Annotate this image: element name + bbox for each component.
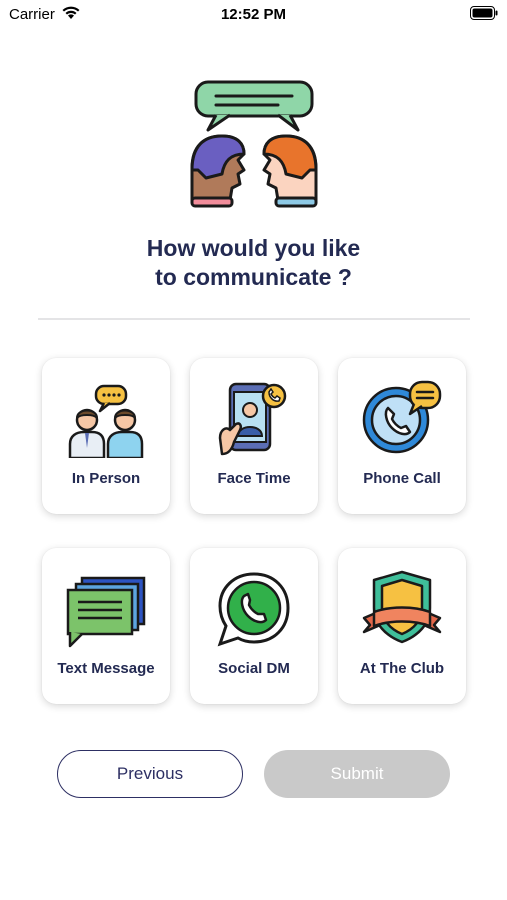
conversation-illustration-icon [190,80,318,208]
submit-button[interactable]: Submit [264,750,450,798]
previous-button[interactable]: Previous [57,750,243,798]
option-label: Phone Call [363,470,441,487]
option-label: Face Time [217,470,291,487]
option-phone-call[interactable]: Phone Call [338,358,466,514]
option-label: In Person [71,470,141,487]
option-at-the-club[interactable]: At The Club [338,548,466,704]
divider [38,318,470,320]
video-call-phone-icon [218,382,287,456]
title-line-1: How would you like [146,235,361,261]
shield-ribbon-icon [362,570,442,644]
option-label: Text Message [57,660,155,677]
whatsapp-icon [217,572,290,647]
two-people-chat-icon [68,384,144,458]
phone-call-bubble-icon [362,380,442,454]
option-in-person[interactable]: In Person [42,358,170,514]
option-face-time[interactable]: Face Time [190,358,318,514]
option-social-dm[interactable]: Social DM [190,548,318,704]
title-line-2: to communicate ? [155,264,352,290]
battery-icon [470,6,498,20]
option-label: At The Club [359,660,445,677]
page-title: How would you like to communicate ? [0,234,507,292]
status-time: 12:52 PM [220,6,287,23]
text-message-cards-icon [66,576,146,648]
status-bar: Carrier 12:52 PM [0,0,507,30]
option-text-message[interactable]: Text Message [42,548,170,704]
option-label: Social DM [218,660,290,677]
